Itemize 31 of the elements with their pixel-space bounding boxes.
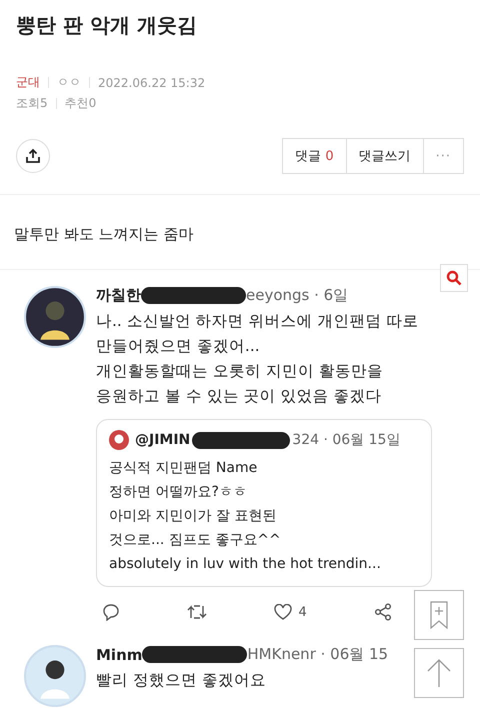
- post-date: 2022.06.22 15:32: [98, 76, 206, 90]
- tweet-text: 빨리 정했으면 좋겠어요: [96, 670, 266, 691]
- bookmark-button[interactable]: [414, 590, 464, 640]
- user-handle: HMKnenr · 06월 15: [247, 645, 388, 664]
- avatar-icon: [109, 430, 129, 450]
- view-count: 조회5: [16, 95, 48, 112]
- user-handle: @JIMIN: [135, 432, 190, 448]
- heart-icon[interactable]: [274, 604, 292, 620]
- avatar-icon: [24, 286, 86, 348]
- board-link[interactable]: 군대: [16, 74, 40, 91]
- share-icon[interactable]: [374, 603, 392, 621]
- tweet-text: 나.. 소신발언 하자면 위버스에 개인팬덤 따로 만들어줬으면 좋겠어... 개인활동할때는 오롯히 지민이 활동만을 응원하고 볼 수 있는 곳이 있었음 좋겠다: [96, 311, 418, 407]
- post-title: 뿡탄 판 악개 개웃김: [15, 12, 198, 39]
- like-count: 4: [298, 604, 307, 620]
- reply-icon[interactable]: [102, 603, 120, 621]
- post-body: 말투만 봐도 느껴지는 줌마: [13, 224, 194, 245]
- up-arrow-icon: [426, 658, 452, 688]
- bookmark-icon: [429, 601, 449, 629]
- search-icon: [446, 270, 462, 286]
- scroll-top-button[interactable]: [414, 648, 464, 698]
- share-button[interactable]: [16, 139, 50, 173]
- search-button[interactable]: [440, 264, 468, 292]
- quoted-tweet-text: 공식적 지민팬덤 Name 정하면 어떨까요?ㅎㅎ 아미와 지민이가 잘 표현된 것으로... 짐프도 좋구요^^ absolutely in luv with the hot trendin...: [109, 459, 382, 574]
- tweet-date: 324 · 06월 15일: [292, 431, 400, 449]
- recommend-count: 추천0: [64, 95, 96, 112]
- author-name: ㅇㅇ: [57, 74, 81, 91]
- user-name: 까칠한: [96, 286, 141, 305]
- share-icon: [25, 148, 41, 164]
- user-handle: eeyongs · 6일: [246, 286, 348, 305]
- retweet-icon[interactable]: [187, 603, 208, 621]
- user-name: Minm: [96, 646, 142, 664]
